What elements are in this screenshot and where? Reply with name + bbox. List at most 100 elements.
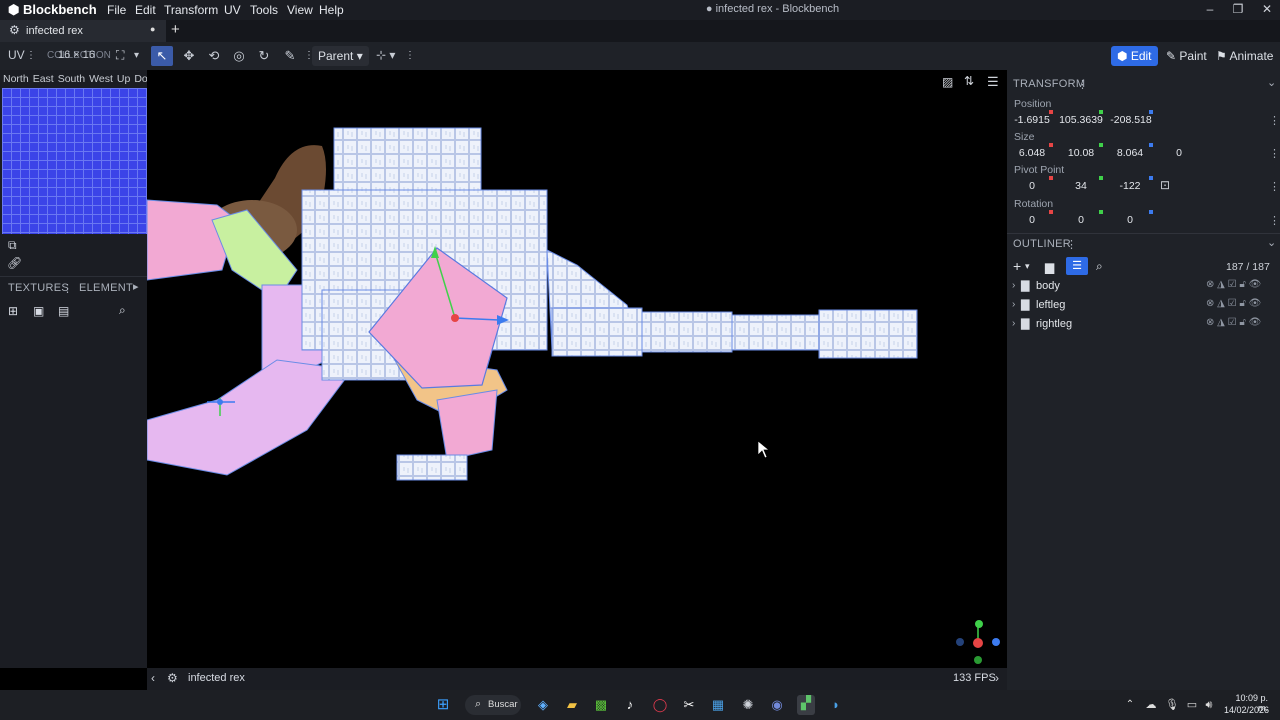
row-toggle-icons[interactable]: ⊗ ◮ ☑ 🔓︎ 👁︎	[1206, 279, 1261, 290]
tray-chevron-icon[interactable]: ⌃	[1121, 697, 1139, 713]
row-toggle-icons[interactable]: ⊗ ◮ ☑ 🔓︎ 👁︎	[1206, 317, 1261, 328]
pivot-mode-select[interactable]: Parent ▾	[312, 46, 369, 66]
paint-mode-button[interactable]: ✎ Paint	[1160, 46, 1213, 66]
uv-resolution[interactable]: 16 × 16	[58, 49, 95, 61]
photos-icon[interactable]: ▦	[709, 697, 727, 713]
transform-collapse-icon[interactable]: ⌄	[1267, 76, 1277, 89]
textures-title[interactable]: TEXTURES	[8, 282, 69, 294]
move-cursor-icon[interactable]: ↖	[151, 46, 173, 66]
size-x-input[interactable]: 6.048	[1007, 147, 1057, 159]
space-menu-icon[interactable]: ⋮	[405, 50, 415, 61]
face-tab-south[interactable]: South	[58, 73, 85, 85]
resize-tool-icon[interactable]: ⟲	[203, 46, 225, 66]
discord-icon[interactable]: ◉	[768, 697, 786, 713]
uv-editor-canvas[interactable]	[2, 88, 147, 234]
copy-icon[interactable]: ⧉	[8, 238, 17, 253]
unsaved-dot-icon[interactable]: ●	[150, 24, 155, 34]
pivot-x-input[interactable]: 0	[1007, 180, 1057, 192]
face-tab-west[interactable]: West	[89, 73, 113, 85]
textures-menu-icon[interactable]: ⋮	[62, 282, 73, 295]
row-toggle-icons[interactable]: ⊗ ◮ ☑ 🔓︎ 👁︎	[1206, 298, 1261, 309]
size-menu-icon[interactable]: ⋮	[1269, 147, 1280, 160]
element-tab[interactable]: ELEMENT	[79, 282, 133, 294]
face-tab-east[interactable]: East	[33, 73, 54, 85]
chevron-down-icon[interactable]: ▾	[134, 50, 139, 61]
move-tool-icon[interactable]: ✥	[178, 46, 200, 66]
add-tab-button[interactable]: +	[171, 21, 180, 38]
view-options-icon[interactable]: ⇅	[964, 74, 974, 88]
clock-date[interactable]: 14/02/2026	[1224, 705, 1269, 715]
pivot-tool-icon[interactable]: ◎	[228, 46, 250, 66]
network-icon[interactable]: ▭	[1183, 697, 1201, 713]
transform-space-icon[interactable]: ⊹ ▾	[376, 48, 395, 62]
mic-icon[interactable]: 🎙︎	[1163, 697, 1181, 713]
rotation-z-input[interactable]: 0	[1105, 214, 1155, 226]
search-icon[interactable]: ⌕	[119, 303, 126, 318]
outliner-group-rightleg[interactable]: › ▇ rightleg ⊗ ◮ ☑ 🔓︎ 👁︎	[1007, 315, 1280, 334]
uv-menu-icon[interactable]: ⋮	[26, 50, 36, 61]
sidebar-toggle-icon[interactable]: ‹	[151, 671, 155, 685]
outliner-group-body[interactable]: › ▇ body ⊗ ◮ ☑ 🔓︎ 👁︎	[1007, 277, 1280, 296]
tiktok-icon[interactable]: ♪	[621, 697, 639, 713]
pivot-z-input[interactable]: -122	[1105, 180, 1155, 192]
add-chevron-icon[interactable]: ▾	[1025, 261, 1030, 272]
pivot-menu-icon[interactable]: ⋮	[1269, 180, 1280, 193]
expand-chevron-icon[interactable]: ›	[1012, 318, 1015, 329]
rotate-tool-icon[interactable]: ↻	[253, 46, 275, 66]
center-pivot-icon[interactable]: ⊡	[1160, 178, 1170, 192]
tab-infected-rex[interactable]: ⚙ infected rex ●	[0, 20, 166, 42]
pivot-y-input[interactable]: 34	[1056, 180, 1106, 192]
outliner-menu-icon[interactable]: ⋮	[1066, 238, 1077, 251]
gizmo-x-handle[interactable]	[451, 314, 459, 322]
expand-chevron-icon[interactable]: ›	[1012, 280, 1015, 291]
position-menu-icon[interactable]: ⋮	[1269, 114, 1280, 127]
onedrive-icon[interactable]: ☁	[1142, 697, 1160, 713]
minecraft-icon[interactable]: ▩	[592, 697, 610, 713]
rotation-x-input[interactable]: 0	[1007, 214, 1057, 226]
animate-mode-button[interactable]: ⚑ Animate	[1210, 46, 1279, 66]
transform-menu-icon[interactable]: ⋮	[1077, 78, 1088, 91]
outliner-title[interactable]: OUTLINER	[1013, 238, 1071, 250]
size-z-input[interactable]: 8.064	[1105, 147, 1155, 159]
add-cube-icon[interactable]: +	[1013, 258, 1021, 274]
paint-tool-icon[interactable]: ✎	[279, 46, 301, 66]
chatgpt-icon[interactable]: ✺	[739, 697, 757, 713]
viewport-menu-icon[interactable]: ☰	[987, 74, 999, 90]
3d-viewport[interactable]: ▨ ⇅ ☰	[147, 70, 1007, 668]
project-settings-icon[interactable]: ⚙	[167, 671, 178, 685]
add-group-icon[interactable]: ▆	[1045, 260, 1054, 274]
opera-icon[interactable]: ◯	[651, 697, 669, 713]
face-tab-up[interactable]: Up	[117, 73, 130, 85]
maximize-icon[interactable]: ❐	[1227, 2, 1249, 16]
close-icon[interactable]: ✕	[1256, 2, 1278, 16]
panel-chevron-icon[interactable]: ▸	[133, 280, 139, 293]
rotation-y-input[interactable]: 0	[1056, 214, 1106, 226]
outliner-search-icon[interactable]: ⌕	[1096, 259, 1103, 274]
blockbench-taskbar-icon[interactable]: ▞	[797, 695, 815, 715]
expand-chevron-icon[interactable]: ›	[1012, 299, 1015, 310]
outliner-collapse-icon[interactable]: ⌄	[1267, 236, 1277, 249]
navigation-gizmo[interactable]	[956, 620, 1000, 664]
rotation-menu-icon[interactable]: ⋮	[1269, 214, 1280, 227]
camera-preset-icon[interactable]: ▨	[942, 75, 953, 89]
minimize-icon[interactable]: –	[1199, 2, 1221, 16]
position-y-input[interactable]: 105.3639	[1056, 114, 1106, 126]
copilot-icon[interactable]: ◈	[534, 697, 552, 713]
position-x-input[interactable]: -1.6915	[1007, 114, 1057, 126]
save-texture-icon[interactable]: ▣	[33, 304, 44, 318]
app-icon[interactable]: ◗	[827, 697, 845, 713]
link-icon[interactable]: 🔗︎	[7, 256, 22, 270]
face-tab-north[interactable]: North	[3, 73, 29, 85]
import-texture-icon[interactable]: ⊞	[8, 304, 18, 318]
size-y-input[interactable]: 10.08	[1056, 147, 1106, 159]
model-scene[interactable]	[147, 70, 1007, 668]
outliner-view-icon[interactable]: ☰	[1066, 257, 1088, 275]
volume-icon[interactable]: 🔊︎	[1200, 697, 1218, 713]
texture-folder-icon[interactable]: ▤	[58, 304, 69, 318]
position-z-input[interactable]: -208.518	[1106, 114, 1156, 126]
inflate-input[interactable]: 0	[1154, 147, 1204, 159]
fullscreen-icon[interactable]: ⛶	[116, 48, 124, 63]
windows-start-icon[interactable]: ⊞	[434, 697, 452, 713]
transform-title[interactable]: TRANSFORM	[1013, 78, 1085, 90]
outliner-group-leftleg[interactable]: › ▇ leftleg ⊗ ◮ ☑ 🔓︎ 👁︎	[1007, 296, 1280, 315]
